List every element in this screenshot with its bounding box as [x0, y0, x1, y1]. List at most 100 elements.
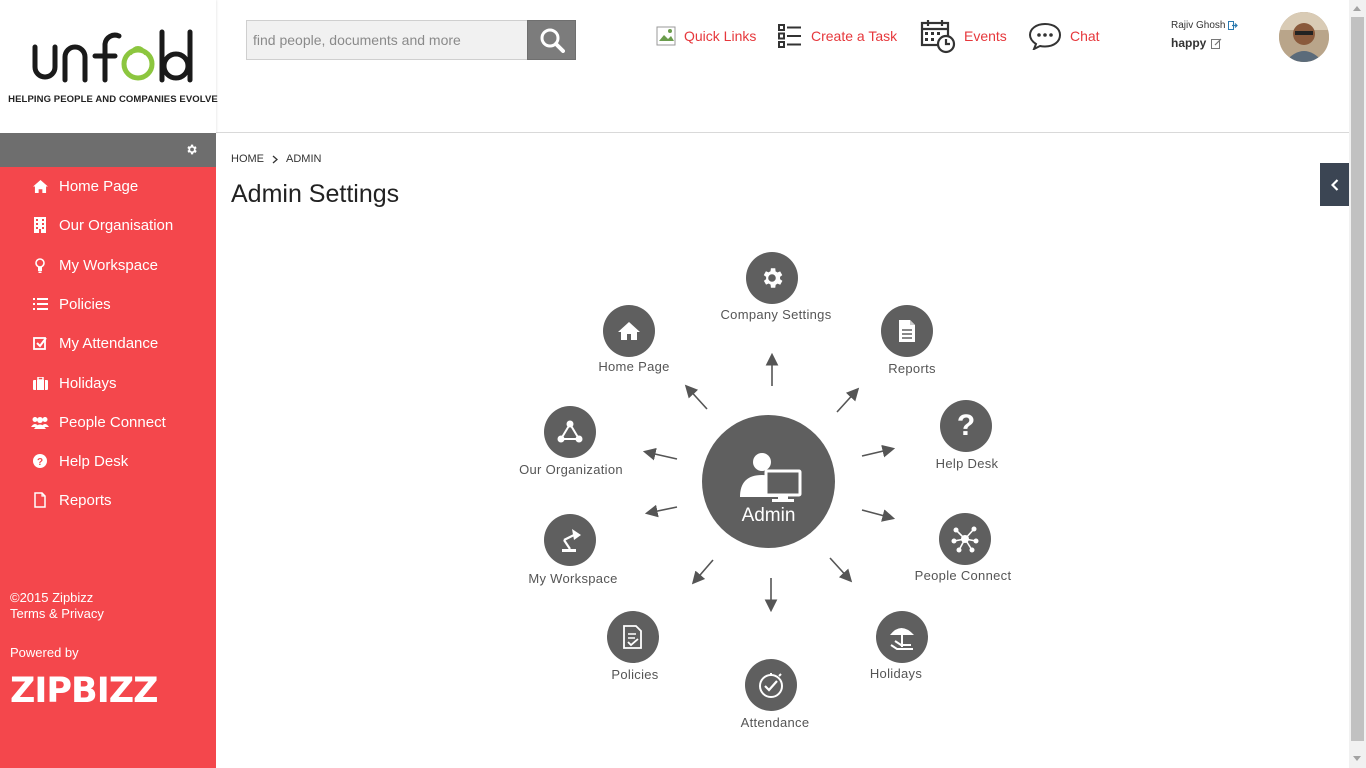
- chat-label: Chat: [1070, 28, 1100, 44]
- sidebar-item-holidays[interactable]: Holidays: [0, 368, 216, 398]
- create-task-label: Create a Task: [811, 28, 898, 44]
- arrow-to-help-desk: [861, 444, 896, 458]
- chevron-right-icon: [272, 155, 278, 163]
- search-icon: [540, 28, 565, 53]
- logo[interactable]: HELPING PEOPLE AND COMPANIES EVOLVE: [0, 0, 218, 133]
- user-status-row: happy: [1171, 36, 1238, 50]
- document-icon: [31, 492, 49, 508]
- list-icon: [31, 296, 49, 312]
- sidebar-item-policies[interactable]: Policies: [0, 289, 216, 319]
- network-icon: [939, 513, 991, 565]
- broken-image-icon: [656, 26, 676, 46]
- scroll-thumb[interactable]: [1351, 17, 1364, 741]
- logo-tagline: HELPING PEOPLE AND COMPANIES EVOLVE: [8, 94, 218, 105]
- events-link[interactable]: Events: [920, 18, 1007, 54]
- arrow-to-our-organization: [642, 447, 678, 461]
- sidebar-item-label: My Attendance: [59, 334, 159, 352]
- edit-icon[interactable]: [1211, 38, 1222, 49]
- admin-node-label: Policies: [611, 667, 659, 682]
- sidebar-item-home-page[interactable]: Home Page: [0, 171, 216, 201]
- home-icon: [603, 305, 655, 357]
- gear-icon[interactable]: [185, 143, 198, 156]
- sidebar-item-label: People Connect: [59, 413, 166, 431]
- policy-doc-icon: [607, 611, 659, 663]
- arrow-to-home-page: [684, 384, 708, 410]
- arrow-to-reports: [836, 387, 860, 413]
- building-icon: [31, 217, 49, 233]
- top-header: HELPING PEOPLE AND COMPANIES EVOLVE Quic…: [0, 0, 1349, 133]
- unfold-logo-graphic: [32, 29, 193, 83]
- sidebar-item-people-connect[interactable]: People Connect: [0, 407, 216, 437]
- arrow-to-people-connect: [861, 509, 896, 522]
- sidebar-item-label: Home Page: [59, 177, 139, 195]
- quick-links-link[interactable]: Quick Links: [656, 18, 756, 54]
- svg-text:?: ?: [37, 457, 43, 468]
- admin-node-label: Our Organization: [519, 462, 623, 477]
- page-scrollbar[interactable]: [1349, 0, 1366, 768]
- sidebar-item-my-workspace[interactable]: My Workspace: [0, 250, 216, 280]
- gear-icon: [746, 252, 798, 304]
- chevron-left-icon: [1330, 178, 1338, 191]
- search-input[interactable]: [246, 20, 528, 60]
- sidebar-item-label: Help Desk: [59, 452, 129, 470]
- sidebar-item-label: My Workspace: [59, 256, 158, 274]
- breadcrumb-current: ADMIN: [286, 153, 322, 165]
- admin-center-label: Admin: [741, 505, 796, 526]
- copyright-text: ©2015 Zipbizz: [10, 590, 94, 605]
- breadcrumb-home[interactable]: HOME: [231, 153, 264, 165]
- collapse-panel-button[interactable]: [1320, 163, 1349, 206]
- sidebar-item-label: Policies: [59, 295, 111, 313]
- admin-node-label: Holidays: [869, 666, 923, 681]
- home-icon: [31, 178, 49, 194]
- sidebar-item-label: Reports: [59, 491, 112, 509]
- check-square-icon: [31, 335, 49, 351]
- user-name[interactable]: Rajiv Ghosh: [1171, 20, 1225, 31]
- arrow-to-holidays: [829, 557, 853, 583]
- create-task-link[interactable]: Create a Task: [777, 18, 897, 54]
- arrow-to-my-workspace: [644, 504, 678, 518]
- sidebar-toolbar: [0, 133, 216, 167]
- sidebar-item-reports[interactable]: Reports: [0, 485, 216, 515]
- zipbizz-logo[interactable]: ZIPBIZZ: [10, 672, 159, 710]
- admin-node-label: Attendance: [740, 715, 810, 730]
- admin-node-label: People Connect: [914, 568, 1012, 583]
- terms-privacy-link[interactable]: Terms & Privacy: [10, 606, 104, 622]
- events-label: Events: [964, 28, 1007, 44]
- sidebar-item-label: Holidays: [59, 374, 117, 392]
- admin-node-label: Home Page: [598, 359, 670, 374]
- admin-user-computer-icon: [740, 453, 802, 502]
- avatar-photo: [1279, 12, 1329, 62]
- page-title: Admin Settings: [231, 180, 400, 208]
- arrow-to-policies: [691, 559, 714, 585]
- search-bar: [246, 20, 576, 60]
- quick-links-label: Quick Links: [684, 28, 757, 44]
- beach-umbrella-icon: [876, 611, 928, 663]
- sidebar-item-help-desk[interactable]: ? Help Desk: [0, 446, 216, 476]
- sidebar-item-my-attendance[interactable]: My Attendance: [0, 328, 216, 358]
- clock-check-icon: [745, 659, 797, 711]
- admin-node-label: Help Desk: [935, 456, 999, 471]
- scroll-up-arrow[interactable]: [1353, 6, 1361, 11]
- org-triangle-icon: [544, 406, 596, 458]
- sidebar: Home Page Our Organisation My Workspace …: [0, 133, 216, 768]
- logout-icon[interactable]: [1228, 21, 1239, 30]
- report-doc-icon: [881, 305, 933, 357]
- breadcrumb: HOME ADMIN: [231, 153, 321, 165]
- question-circle-icon: ?: [31, 453, 49, 469]
- search-button[interactable]: [527, 20, 576, 60]
- admin-node-label: Reports: [888, 361, 936, 376]
- user-name-row: Rajiv Ghosh: [1171, 20, 1239, 31]
- chat-bubble-icon: [1028, 22, 1062, 50]
- task-list-icon: [778, 24, 801, 48]
- sidebar-item-label: Our Organisation: [59, 216, 174, 234]
- question-icon: ?: [940, 400, 992, 452]
- chat-link[interactable]: Chat: [1028, 18, 1100, 54]
- desk-lamp-icon: [544, 514, 596, 566]
- admin-center-node[interactable]: Admin: [702, 415, 835, 548]
- user-box: Rajiv Ghosh happy: [1171, 20, 1239, 50]
- sidebar-item-our-organisation[interactable]: Our Organisation: [0, 210, 216, 240]
- scroll-down-arrow[interactable]: [1353, 756, 1361, 761]
- avatar[interactable]: [1279, 12, 1329, 62]
- calendar-clock-icon: [920, 20, 956, 54]
- suitcase-icon: [31, 375, 49, 391]
